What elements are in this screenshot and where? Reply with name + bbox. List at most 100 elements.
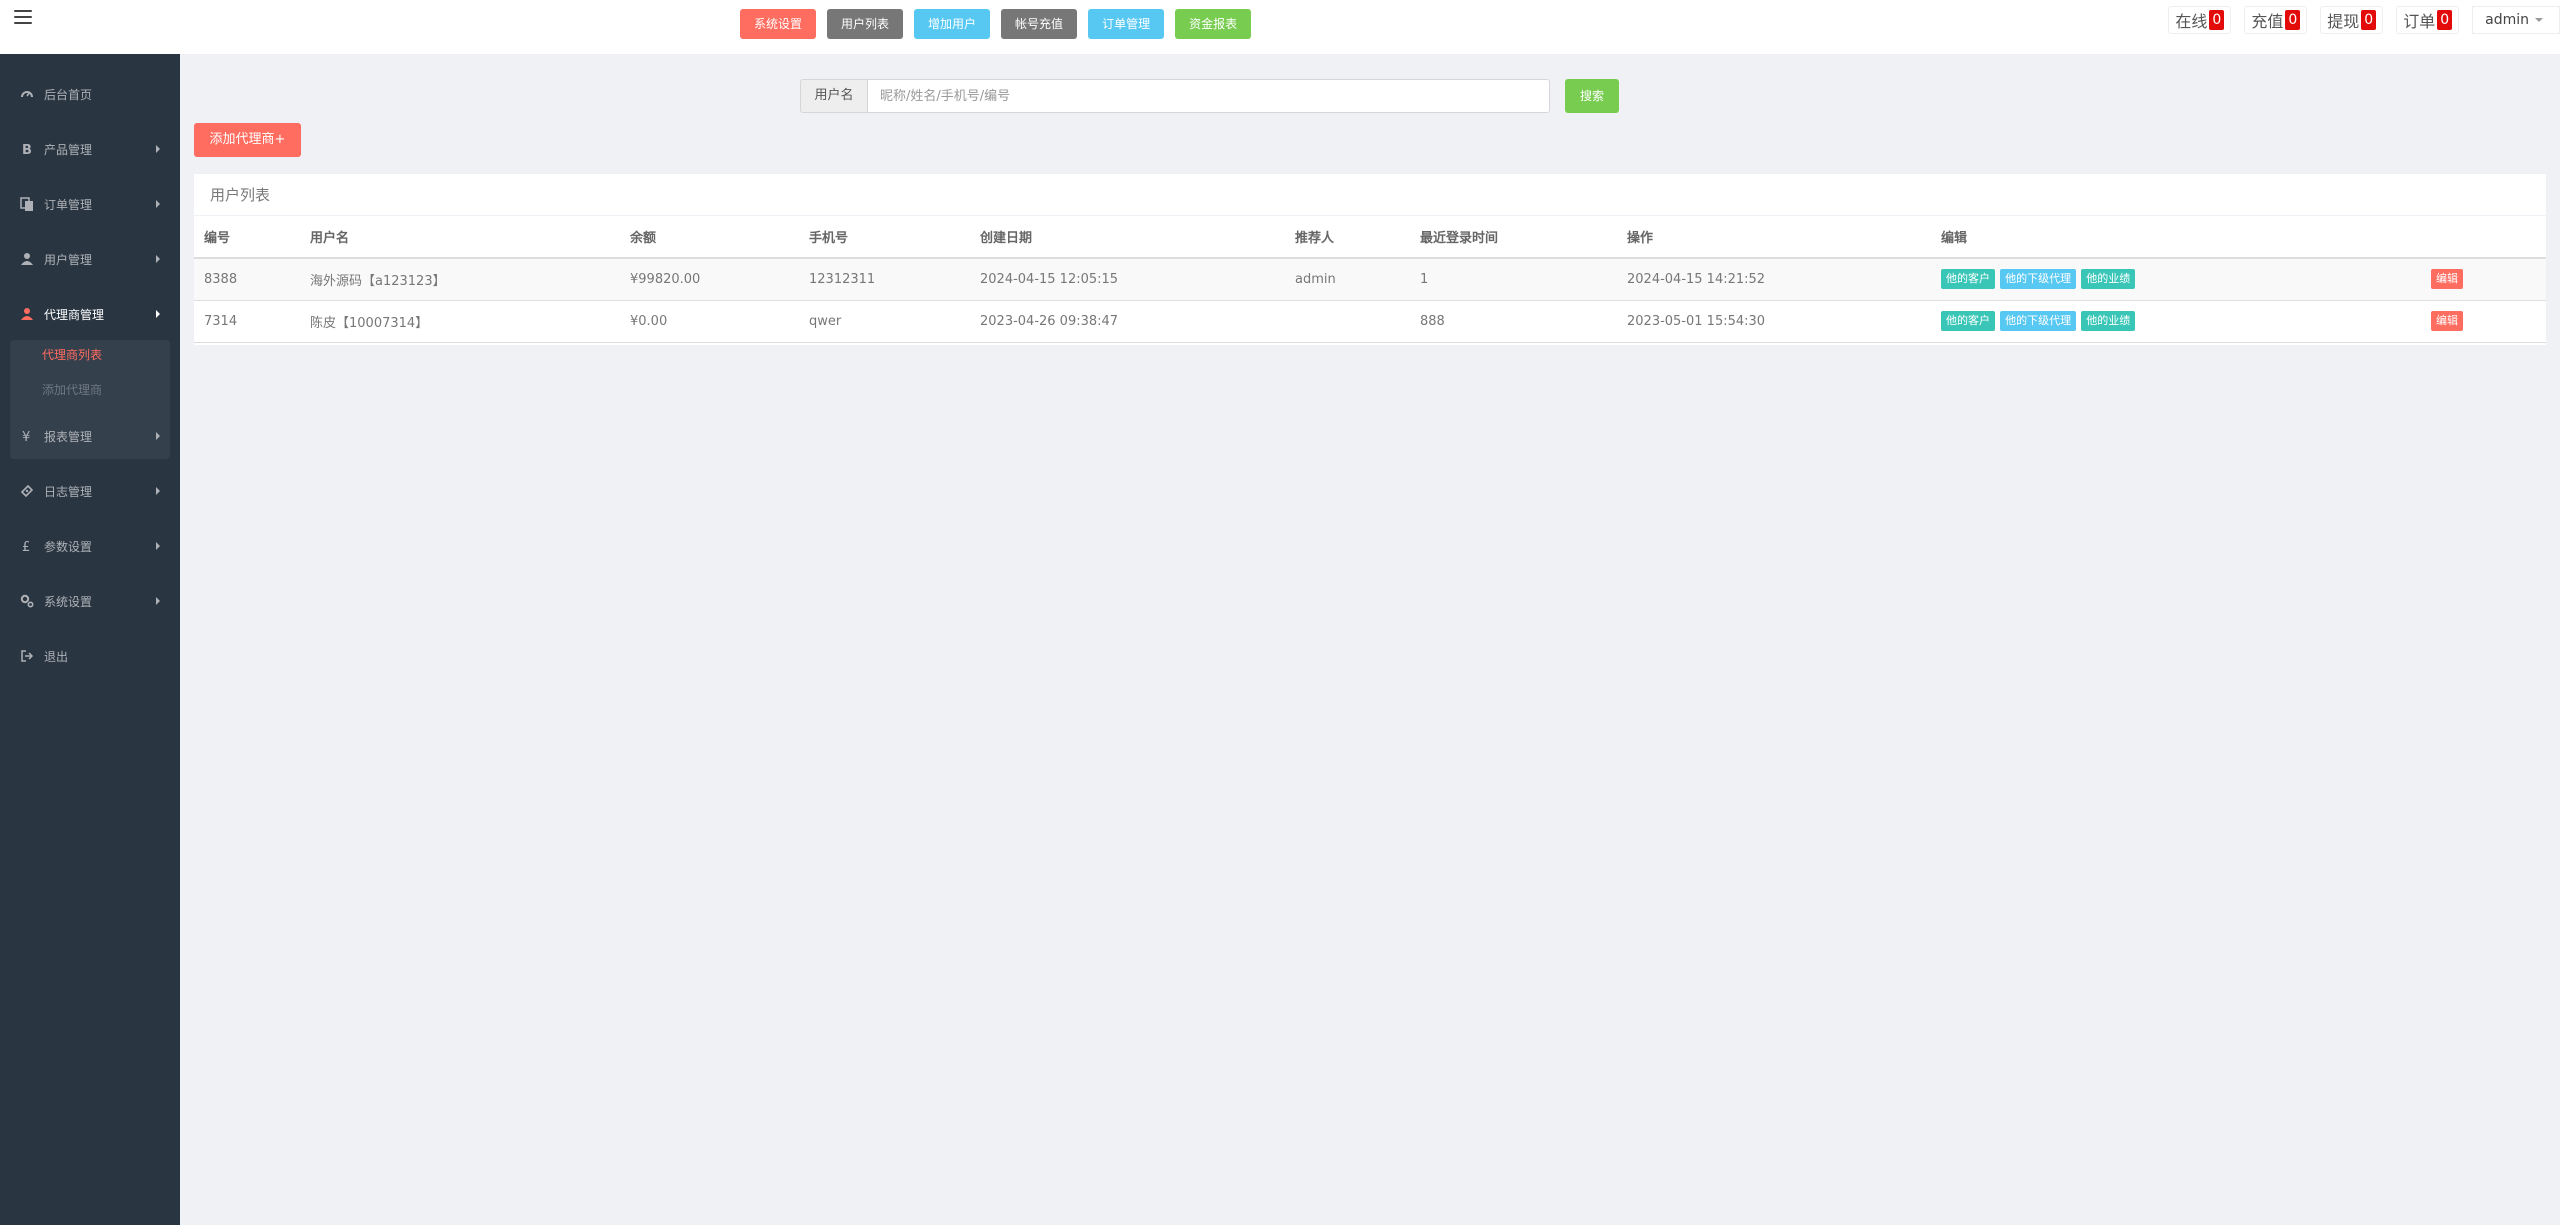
- cell-balance: ¥99820.00: [620, 258, 799, 301]
- sidebar-item-dashboard[interactable]: 后台首页: [0, 74, 180, 114]
- cell-id: 8388: [194, 258, 300, 301]
- sidebar-item-orders[interactable]: 订单管理: [0, 184, 180, 224]
- his-customers-button[interactable]: 他的客户: [1941, 311, 1995, 331]
- dashboard-icon: [21, 91, 33, 98]
- top-right-stats: 在线 0 充值 0 提现 0 订单 0 admin: [2168, 5, 2560, 35]
- sidebar-item-label: 报表管理: [44, 429, 93, 444]
- top-header: 系统设置 用户列表 增加用户 帐号充值 订单管理 资金报表 在线 0 充值 0 提现…: [0, 0, 2560, 54]
- order-management-button[interactable]: 订单管理: [1088, 9, 1165, 39]
- table-row: 7314 陈皮【10007314】 ¥0.00 qwer 2023-04-26 …: [194, 300, 2546, 343]
- stat-label: 订单: [2403, 12, 2436, 31]
- online-count-badge: 0: [2209, 10, 2225, 30]
- svg-text:£: £: [22, 540, 30, 553]
- online-stat[interactable]: 在线 0: [2168, 6, 2232, 34]
- pound-icon: £: [22, 540, 30, 553]
- table-row: 8388 海外源码【a123123】 ¥99820.00 12312311 20…: [194, 258, 2546, 301]
- column-header: 手机号: [799, 216, 970, 259]
- recharge-count-badge: 0: [2285, 10, 2301, 30]
- sidebar-item-logs[interactable]: 日志管理: [0, 471, 180, 511]
- stat-label: 提现: [2327, 12, 2360, 31]
- search-button[interactable]: 搜索: [1565, 79, 1619, 113]
- search-addon-label: 用户名: [800, 79, 867, 113]
- cell-edit: 编辑: [2421, 258, 2546, 301]
- column-header: 操作: [1617, 216, 1931, 259]
- fund-report-button[interactable]: 资金报表: [1175, 9, 1252, 39]
- sitemap-icon: [21, 308, 33, 320]
- svg-text:¥: ¥: [22, 430, 30, 443]
- stat-label: 在线: [2175, 12, 2208, 31]
- withdraw-count-badge: 0: [2361, 10, 2377, 30]
- sidebar-item-label: 参数设置: [44, 539, 93, 554]
- edit-button[interactable]: 编辑: [2431, 269, 2463, 290]
- recharge-stat[interactable]: 充值 0: [2244, 6, 2308, 34]
- cell-operation: 2024-04-15 14:21:52: [1617, 258, 1931, 301]
- user-menu-dropdown[interactable]: admin: [2472, 6, 2560, 34]
- sidebar-subitem-add-agent[interactable]: 添加代理商: [42, 381, 102, 398]
- username: admin: [2485, 12, 2529, 28]
- sidebar-item-system-settings[interactable]: 系统设置: [0, 581, 180, 621]
- caret-right-icon: [156, 145, 160, 153]
- bitcoin-icon: B: [22, 143, 32, 156]
- sidebar-item-logout[interactable]: 退出: [0, 636, 180, 676]
- sidebar-item-parameters[interactable]: £ 参数设置: [0, 526, 180, 566]
- sidebar-item-label: 后台首页: [44, 87, 93, 102]
- account-recharge-button[interactable]: 帐号充值: [1001, 9, 1078, 39]
- his-sub-agents-button[interactable]: 他的下级代理: [2000, 311, 2077, 331]
- stat-label: 充值: [2251, 12, 2284, 31]
- his-customers-button[interactable]: 他的客户: [1941, 269, 1995, 290]
- sidebar-item-label: 产品管理: [44, 142, 93, 157]
- column-header: 推荐人: [1285, 216, 1410, 259]
- user-list-panel: 用户列表 编号 用户名 余额 手机号 创建日期 推荐人 最近登录时间 操作 编辑: [194, 174, 2546, 345]
- column-header: 最近登录时间: [1410, 216, 1617, 259]
- cell-recent-login: 1: [1410, 258, 1617, 301]
- edit-button[interactable]: 编辑: [2431, 311, 2463, 331]
- sidebar-item-users[interactable]: 用户管理: [0, 239, 180, 279]
- add-agent-button[interactable]: 添加代理商+: [194, 123, 301, 157]
- cell-phone: 12312311: [799, 258, 970, 301]
- sidebar: 后台首页 B 产品管理 订单管理 用户管理 代理商管理 代理商列表 添加代理商 …: [0, 54, 180, 1225]
- cell-referrer-link[interactable]: [1285, 300, 1410, 343]
- sidebar-item-label: 日志管理: [44, 484, 93, 499]
- his-performance-button[interactable]: 他的业绩: [2081, 311, 2136, 331]
- sidebar-item-label: 系统设置: [44, 594, 93, 609]
- order-stat[interactable]: 订单 0: [2396, 6, 2460, 34]
- copy-icon: [20, 197, 33, 211]
- svg-text:B: B: [22, 143, 32, 156]
- caret-right-icon: [156, 310, 160, 318]
- sign-out-icon: [21, 650, 34, 662]
- caret-right-icon: [156, 487, 160, 495]
- caret-right-icon: [156, 542, 160, 550]
- sidebar-item-agents[interactable]: 代理商管理: [0, 294, 180, 334]
- add-user-button[interactable]: 增加用户: [914, 9, 991, 39]
- cell-actions: 他的客户 他的下级代理 他的业绩: [1931, 258, 2421, 301]
- cell-referrer-link[interactable]: admin: [1285, 258, 1410, 301]
- cell-operation: 2023-05-01 15:54:30: [1617, 300, 1931, 343]
- agent-table: 编号 用户名 余额 手机号 创建日期 推荐人 最近登录时间 操作 编辑 8388…: [194, 216, 2546, 343]
- his-performance-button[interactable]: 他的业绩: [2081, 269, 2136, 290]
- user-list-button[interactable]: 用户列表: [827, 9, 904, 39]
- withdraw-stat[interactable]: 提现 0: [2320, 6, 2384, 34]
- hamburger-icon[interactable]: [14, 9, 32, 27]
- yen-icon: ¥: [22, 430, 30, 443]
- sidebar-subitem-agent-list[interactable]: 代理商列表: [42, 346, 102, 363]
- caret-right-icon: [156, 432, 160, 440]
- column-header: [2421, 216, 2546, 259]
- column-header: 编辑: [1931, 216, 2421, 259]
- sidebar-item-reports[interactable]: ¥ 报表管理: [0, 416, 180, 456]
- cell-phone: qwer: [799, 300, 970, 343]
- cell-actions: 他的客户 他的下级代理 他的业绩: [1931, 300, 2421, 343]
- cell-recent-login[interactable]: 888: [1410, 300, 1617, 343]
- sidebar-item-products[interactable]: B 产品管理: [0, 129, 180, 169]
- his-sub-agents-button[interactable]: 他的下级代理: [2000, 269, 2077, 290]
- cell-username: 海外源码【a123123】: [300, 258, 620, 301]
- user-icon: [21, 253, 33, 265]
- ticket-icon: [20, 484, 34, 498]
- cell-id: 7314: [194, 300, 300, 343]
- sidebar-item-label: 退出: [44, 649, 69, 664]
- cogs-icon: [20, 594, 34, 608]
- system-settings-button[interactable]: 系统设置: [740, 9, 817, 39]
- search-input[interactable]: [867, 79, 1550, 113]
- cell-username: 陈皮【10007314】: [300, 300, 620, 343]
- column-header: 余额: [620, 216, 799, 259]
- caret-right-icon: [156, 255, 160, 263]
